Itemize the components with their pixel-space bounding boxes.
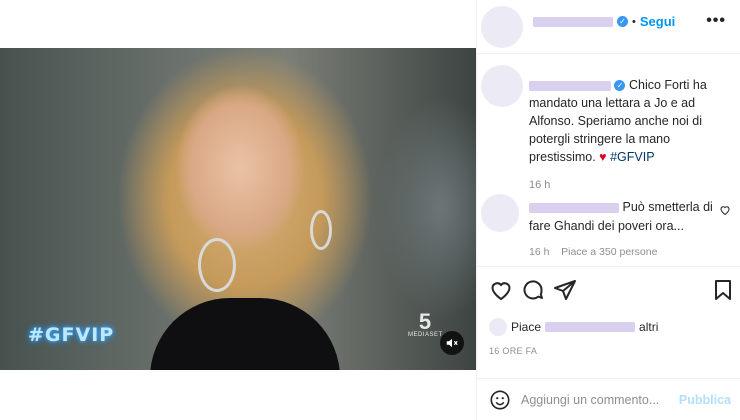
liker-username-redacted[interactable] xyxy=(545,322,636,332)
speaker-muted-icon xyxy=(446,338,458,348)
comment-body: Può smetterla di fare Ghandi dei poveri … xyxy=(529,198,719,236)
share-paper-plane-icon[interactable] xyxy=(553,278,577,302)
comment-bubble-icon[interactable] xyxy=(521,278,545,302)
channel-name: MEDIASET xyxy=(408,332,443,338)
video-frame-earring xyxy=(198,238,236,292)
comment-input[interactable]: Aggiungi un commento... xyxy=(521,393,679,407)
comment-like-heart-icon[interactable] xyxy=(719,204,731,216)
comment-likes[interactable]: Piace a 350 persone xyxy=(561,246,657,258)
channel-logo: 5 MEDIASET xyxy=(408,309,443,346)
author-avatar[interactable] xyxy=(481,65,523,107)
save-bookmark-icon[interactable] xyxy=(711,278,735,302)
commenter-avatar[interactable] xyxy=(481,194,519,232)
verified-badge-icon: ✓ xyxy=(614,80,626,92)
mute-button[interactable] xyxy=(440,331,464,355)
caption-hashtag[interactable]: #GFVIP xyxy=(610,150,654,164)
emoji-smiley-icon[interactable] xyxy=(489,389,511,411)
caption-block: ✓ Chico Forti ha mandato una lettara a J… xyxy=(477,0,740,191)
add-comment-bar: Aggiungi un commento... Pubblica xyxy=(477,378,740,420)
comment-timestamp[interactable]: 16 h xyxy=(529,246,549,258)
video-player[interactable] xyxy=(0,48,476,370)
commenter-username-redacted[interactable] xyxy=(529,202,619,213)
likes-suffix[interactable]: altri xyxy=(639,320,658,334)
like-heart-icon[interactable] xyxy=(489,278,513,302)
post-media: #GFVIP 5 MEDIASET xyxy=(0,0,476,420)
post-age[interactable]: 16 ORE FA xyxy=(489,346,537,356)
video-frame-earring xyxy=(310,210,332,250)
comment-meta: 16 h Piace a 350 persone xyxy=(529,246,657,258)
heart-emoji-icon: ♥ xyxy=(599,150,607,164)
publish-button[interactable]: Pubblica xyxy=(679,393,731,407)
gfvip-logo: #GFVIP xyxy=(28,324,115,346)
channel-number: 5 xyxy=(418,309,432,334)
post-sidebar: ✓ • Segui ••• ✓ Chico Forti ha mandato u… xyxy=(476,0,740,420)
likes-prefix[interactable]: Piace xyxy=(511,320,541,334)
caption-body: ✓ Chico Forti ha mandato una lettara a J… xyxy=(529,76,735,194)
likes-summary: Piace altri xyxy=(489,318,658,336)
author-username-redacted[interactable] xyxy=(529,80,611,91)
action-bar xyxy=(477,266,740,312)
liker-avatar[interactable] xyxy=(489,318,507,336)
comment-item: Può smetterla di fare Ghandi dei poveri … xyxy=(477,186,740,266)
